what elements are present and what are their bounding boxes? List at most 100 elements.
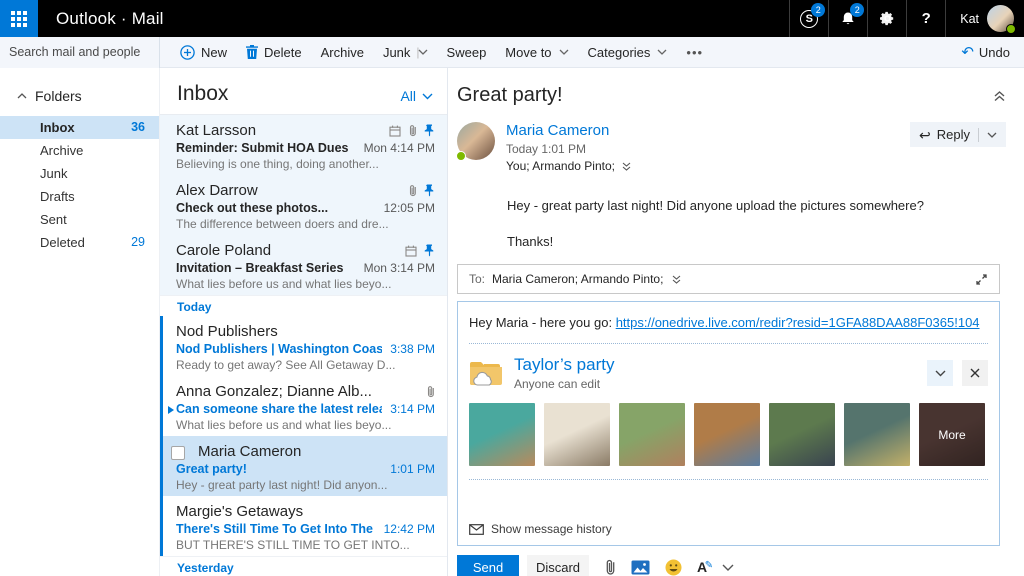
more-label: More <box>938 428 965 442</box>
chevron-down-icon[interactable] <box>987 132 997 138</box>
junk-button[interactable]: Junk <box>383 45 410 60</box>
message-list-header: Inbox All <box>160 68 447 115</box>
party-photo-thumbnail[interactable] <box>769 403 835 466</box>
compose-editor[interactable]: Hey Maria - here you go: https://onedriv… <box>457 301 1000 546</box>
insert-image-icon[interactable] <box>631 560 650 575</box>
sweep-button[interactable]: Sweep <box>447 45 487 60</box>
sidebar-folder-item[interactable]: Deleted 29 <box>0 231 159 254</box>
reply-button[interactable]: ↩ Reply <box>910 122 1006 147</box>
move-to-button[interactable]: Move to <box>505 45 568 60</box>
notifications-badge: 2 <box>850 3 864 17</box>
collapse-all-icon[interactable] <box>993 90 1006 102</box>
message-preview: What lies before us and what lies beyo..… <box>176 418 435 432</box>
archive-label: Archive <box>321 45 364 60</box>
share-permission: Anyone can edit <box>514 377 614 391</box>
attach-file-icon[interactable] <box>605 558 616 576</box>
party-photo-thumbnail[interactable] <box>694 403 760 466</box>
sender-header: Maria Cameron Today 1:01 PM You; Armando… <box>457 122 1006 173</box>
expand-recipients-icon[interactable] <box>672 275 681 284</box>
shared-folder-title[interactable]: Taylor’s party <box>514 355 614 375</box>
sender-avatar[interactable] <box>457 122 495 160</box>
expand-compose-icon[interactable] <box>975 273 988 286</box>
emoji-icon[interactable] <box>665 559 682 576</box>
attachment-options-button[interactable] <box>927 360 953 386</box>
party-photo-thumbnail[interactable] <box>619 403 685 466</box>
message-list-item[interactable]: Nod Publishers Nod Publishers | Washingt… <box>160 316 447 376</box>
search-box[interactable] <box>0 37 160 68</box>
message-subject: Reminder: Submit HOA Dues <box>176 141 356 155</box>
trash-icon <box>246 45 258 59</box>
close-icon <box>970 368 980 378</box>
sidebar-folder-item[interactable]: Sent <box>0 208 159 231</box>
message-list-item[interactable]: Kat Larsson Reminder: Submit HOA Dues Mo… <box>160 115 447 175</box>
compose-actions: Send Discard A✎ <box>457 555 1000 576</box>
plus-circle-icon <box>180 45 195 60</box>
sidebar-folder-item[interactable]: Junk <box>0 162 159 185</box>
attachment-card: Taylor’s party Anyone can edit More <box>469 343 988 480</box>
message-sender: Kat Larsson <box>176 122 256 139</box>
notifications-button[interactable]: 2 <box>828 0 867 37</box>
sidebar-folder-item[interactable]: Drafts <box>0 185 159 208</box>
search-input[interactable] <box>9 45 170 59</box>
junk-dropdown-button[interactable] <box>417 49 428 55</box>
sidebar-folder-item[interactable]: Inbox 36 <box>0 116 159 139</box>
toolbar: New Delete Archive Junk | Sweep Move to … <box>180 45 703 60</box>
onedrive-link[interactable]: https://onedrive.live.com/redir?resid=1G… <box>616 315 980 330</box>
message-list-item[interactable]: Anna Gonzalez; Dianne Alb... Can someone… <box>160 376 447 436</box>
message-list-item[interactable]: Carole Poland Invitation – Breakfast Ser… <box>160 235 447 295</box>
photo-more-overlay[interactable]: More <box>919 403 985 466</box>
archive-button[interactable]: Archive <box>321 45 364 60</box>
skype-button[interactable]: S 2 <box>789 0 828 37</box>
sidebar-folder-item[interactable]: Archive <box>0 139 159 162</box>
date-divider: Today <box>160 295 447 316</box>
recipients: You; Armando Pinto; <box>506 159 615 173</box>
party-photo-thumbnail[interactable] <box>544 403 610 466</box>
show-message-history[interactable]: Show message history <box>469 522 612 536</box>
more-options-icon[interactable] <box>722 564 734 571</box>
message-sender: Carole Poland <box>176 242 271 259</box>
more-commands-button[interactable]: ••• <box>686 45 703 60</box>
inline-compose: To: Maria Cameron; Armando Pinto; Hey Ma… <box>457 264 1000 576</box>
new-button[interactable]: New <box>180 45 227 60</box>
date-divider-label: Today <box>177 300 211 314</box>
topbar-actions: S 2 2 ? Kat <box>789 0 1024 37</box>
categories-button[interactable]: Categories <box>588 45 668 60</box>
message-preview: Ready to get away? See All Getaway D... <box>176 358 435 372</box>
undo-icon: ↶ <box>961 45 974 60</box>
delete-button[interactable]: Delete <box>246 45 302 60</box>
to-value: Maria Cameron; Armando Pinto; <box>492 272 663 286</box>
compose-body[interactable]: Hey Maria - here you go: https://onedriv… <box>458 302 999 341</box>
command-bar: New Delete Archive Junk | Sweep Move to … <box>0 37 1024 68</box>
filter-dropdown[interactable]: All <box>400 88 433 106</box>
paperclip-icon <box>408 124 417 137</box>
message-checkbox[interactable] <box>171 446 185 460</box>
chevron-down-icon <box>657 49 667 55</box>
message-list-item[interactable]: Margie's Getaways There's Still Time To … <box>160 496 447 556</box>
sender-name-link[interactable]: Maria Cameron <box>506 122 631 139</box>
message-list-item[interactable]: Maria Cameron Great party! 1:01 PM Hey -… <box>160 436 447 496</box>
expand-recipients-icon[interactable] <box>622 162 631 171</box>
party-photo-thumbnail[interactable] <box>844 403 910 466</box>
settings-button[interactable] <box>867 0 906 37</box>
app-launcher-button[interactable] <box>0 0 38 37</box>
undo-button[interactable]: ↶ Undo <box>961 45 1010 60</box>
delete-label: Delete <box>264 45 302 60</box>
folders-header[interactable]: Folders <box>0 68 159 116</box>
ellipsis-icon: ••• <box>686 45 703 60</box>
party-photo-thumbnail[interactable] <box>469 403 535 466</box>
email-body-line: Thanks! <box>507 234 1006 249</box>
folder-count: 29 <box>131 231 145 254</box>
account-button[interactable]: Kat <box>945 0 1024 37</box>
to-field[interactable]: To: Maria Cameron; Armando Pinto; <box>457 264 1000 294</box>
gear-icon <box>879 10 896 27</box>
send-button[interactable]: Send <box>457 555 519 576</box>
folder-label: Inbox <box>40 120 75 135</box>
party-photo-thumbnail[interactable]: More <box>919 403 985 466</box>
message-list-item[interactable]: Alex Darrow Check out these photos... 12… <box>160 175 447 235</box>
formatting-icon[interactable]: A✎ <box>697 559 707 575</box>
message-sender: Maria Cameron <box>198 443 301 460</box>
discard-button[interactable]: Discard <box>527 555 589 576</box>
message-preview: Believing is one thing, doing another... <box>176 157 435 171</box>
help-button[interactable]: ? <box>906 0 945 37</box>
remove-attachment-button[interactable] <box>962 360 988 386</box>
